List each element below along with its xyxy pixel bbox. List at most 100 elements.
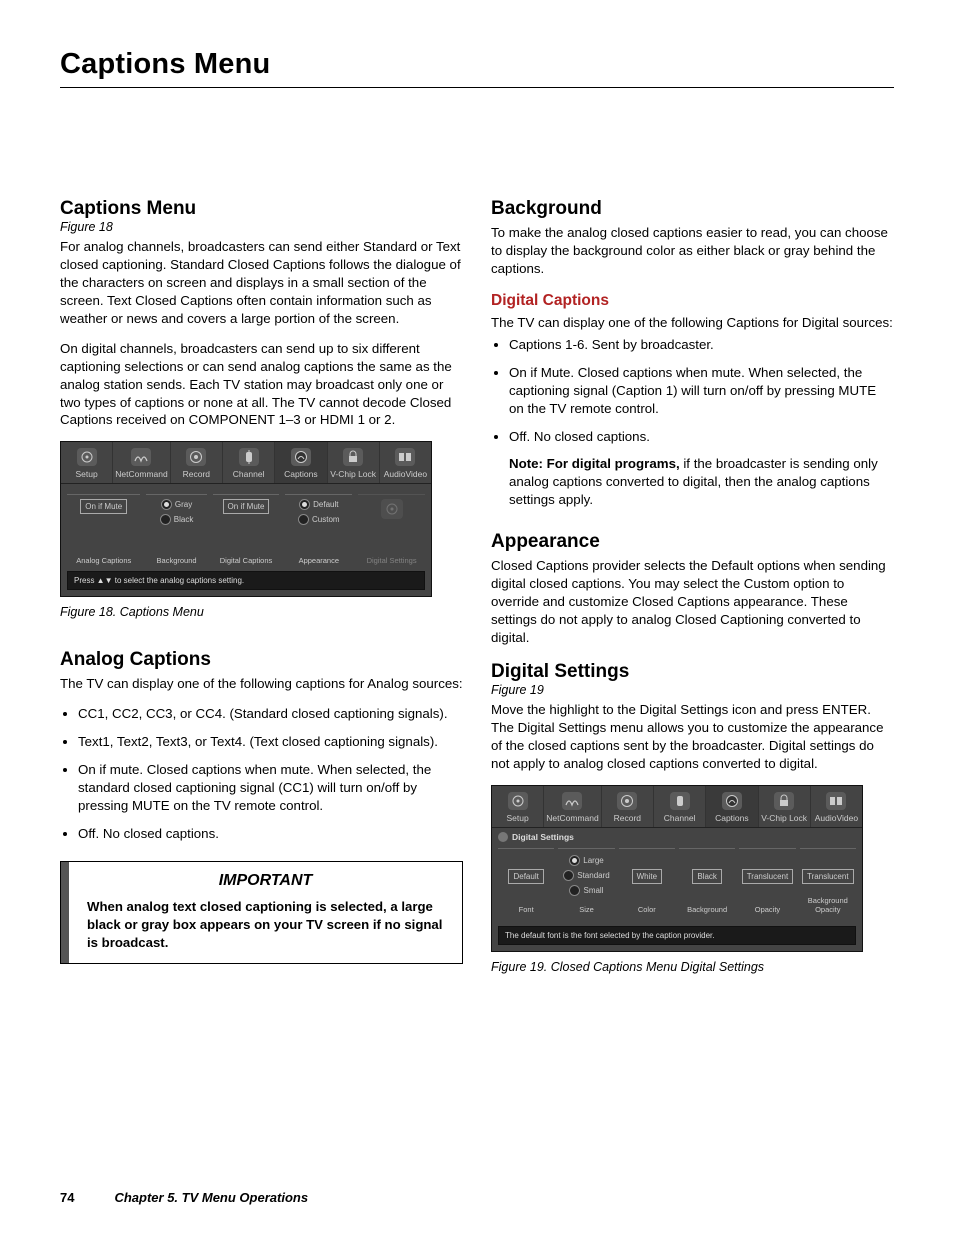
radio-icon (298, 514, 309, 525)
netcommand-icon (131, 448, 151, 466)
important-title: IMPORTANT (87, 872, 444, 890)
radio-icon (563, 870, 574, 881)
bg-gray-option: Gray (175, 500, 192, 509)
audiovideo-icon (826, 792, 846, 810)
color-value: White (632, 869, 662, 884)
background-value: Black (692, 869, 722, 884)
captions-icon (722, 792, 742, 810)
digital-settings-header: Digital Settings (512, 832, 574, 842)
tab-channel: Channel (664, 813, 696, 823)
figure-18-caption: Figure 18. Captions Menu (60, 605, 463, 619)
right-column: Background To make the analog closed cap… (491, 198, 894, 974)
radio-icon (569, 855, 580, 866)
section-background: Background (146, 556, 206, 565)
gear-icon (381, 499, 403, 519)
background-para: To make the analog closed captions easie… (491, 224, 894, 278)
heading-captions-menu: Captions Menu (60, 198, 196, 219)
tab-audiovideo: AudioVideo (384, 469, 427, 479)
figure-ref-19: Figure 19 (491, 683, 894, 697)
dc-bullet-2: On if Mute. Closed captions when mute. W… (509, 364, 894, 418)
tab-setup: Setup (507, 813, 529, 823)
radio-icon (160, 514, 171, 525)
record-icon (617, 792, 637, 810)
audiovideo-icon (395, 448, 415, 466)
label-color: Color (619, 905, 675, 914)
tab-netcommand: NetCommand (115, 469, 167, 479)
digital-settings-para: Move the highlight to the Digital Settin… (491, 701, 894, 773)
tab-vchip: V-Chip Lock (330, 469, 376, 479)
help-text-fig18: Press ▲▼ to select the analog captions s… (67, 571, 425, 590)
tab-netcommand: NetCommand (546, 813, 598, 823)
figure-19-screenshot: Setup NetCommand Record Channel Captions… (491, 785, 863, 952)
section-digital-settings: Digital Settings (358, 556, 425, 565)
section-digital-captions: Digital Captions (213, 556, 280, 565)
dc-bullet-3: Off. No closed captions. (509, 428, 894, 446)
digital-captions-value: On if Mute (223, 499, 270, 514)
netcommand-icon (562, 792, 582, 810)
channel-icon (239, 448, 259, 466)
opacity-value: Translucent (742, 869, 794, 884)
important-text: When analog text closed captioning is se… (87, 898, 444, 951)
analog-bullet-2: Text1, Text2, Text3, or Text4. (Text clo… (78, 733, 463, 751)
captions-icon (291, 448, 311, 466)
size-small: Small (583, 886, 603, 895)
appearance-custom: Custom (312, 515, 340, 524)
label-bg-opacity: Background Opacity (800, 896, 856, 914)
label-size: Size (558, 905, 614, 914)
help-text-fig19: The default font is the font selected by… (498, 926, 856, 945)
bg-black-option: Black (174, 515, 194, 524)
heading-analog-captions: Analog Captions (60, 649, 211, 670)
radio-icon (299, 499, 310, 510)
chapter-title: Chapter 5. TV Menu Operations (114, 1190, 308, 1205)
tab-channel: Channel (233, 469, 265, 479)
page-number: 74 (60, 1190, 74, 1205)
heading-background: Background (491, 198, 602, 219)
analog-bullet-4: Off. No closed captions. (78, 825, 463, 843)
size-large: Large (583, 856, 603, 865)
analog-bullet-3: On if mute. Closed captions when mute. W… (78, 761, 463, 815)
tab-vchip: V-Chip Lock (761, 813, 807, 823)
analog-bullet-1: CC1, CC2, CC3, or CC4. (Standard closed … (78, 705, 463, 723)
page-footer: 74 Chapter 5. TV Menu Operations (60, 1190, 894, 1205)
page-title: Captions Menu (60, 48, 894, 81)
figure-18-screenshot: Setup NetCommand Record Channel Captions… (60, 441, 432, 597)
size-standard: Standard (577, 871, 609, 880)
figure-ref-18: Figure 18 (60, 220, 463, 234)
heading-appearance: Appearance (491, 531, 600, 552)
section-analog-captions: Analog Captions (67, 556, 140, 565)
bg-opacity-value: Translucent (802, 869, 854, 884)
channel-icon (670, 792, 690, 810)
dc-bullet-1: Captions 1-6. Sent by broadcaster. (509, 336, 894, 354)
label-font: Font (498, 905, 554, 914)
setup-icon (77, 448, 97, 466)
gear-icon (498, 832, 508, 842)
tab-setup: Setup (76, 469, 98, 479)
record-icon (186, 448, 206, 466)
captions-intro-p2: On digital channels, broadcasters can se… (60, 340, 463, 430)
font-value: Default (508, 869, 543, 884)
tab-audiovideo: AudioVideo (815, 813, 858, 823)
captions-intro-p1: For analog channels, broadcasters can se… (60, 238, 463, 328)
digital-note-bold: Note: For digital programs, (509, 456, 680, 471)
digital-captions-intro: The TV can display one of the following … (491, 314, 894, 332)
tab-record: Record (614, 813, 641, 823)
important-callout: IMPORTANT When analog text closed captio… (60, 861, 463, 964)
label-background: Background (679, 905, 735, 914)
appearance-default: Default (313, 500, 338, 509)
appearance-para: Closed Captions provider selects the Def… (491, 557, 894, 647)
tab-record: Record (183, 469, 210, 479)
analog-captions-value: On if Mute (80, 499, 127, 514)
title-rule (60, 87, 894, 88)
section-appearance: Appearance (285, 556, 352, 565)
left-column: Captions Menu Figure 18 For analog chann… (60, 198, 463, 974)
heading-digital-settings: Digital Settings (491, 661, 629, 682)
radio-icon (569, 885, 580, 896)
radio-icon (161, 499, 172, 510)
figure-19-caption: Figure 19. Closed Captions Menu Digital … (491, 960, 894, 974)
digital-note: Note: For digital programs, if the broad… (509, 455, 894, 509)
tab-captions: Captions (715, 813, 749, 823)
setup-icon (508, 792, 528, 810)
lock-icon (774, 792, 794, 810)
subheading-digital-captions: Digital Captions (491, 292, 894, 310)
analog-intro: The TV can display one of the following … (60, 675, 463, 693)
